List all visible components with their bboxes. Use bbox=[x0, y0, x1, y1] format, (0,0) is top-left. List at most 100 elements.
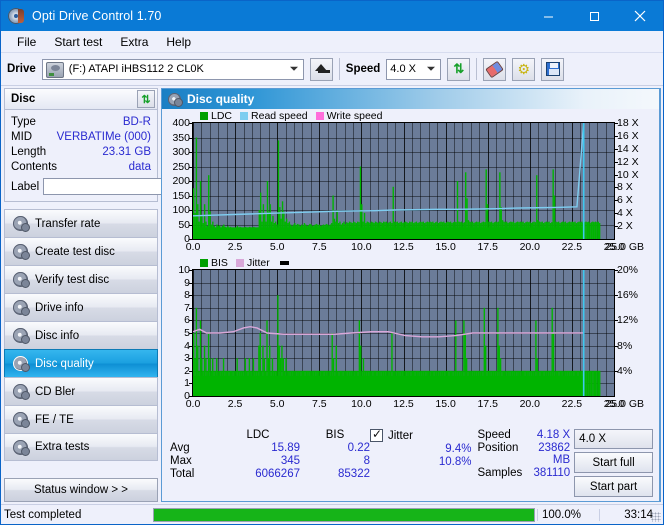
sidebar-item-extra-tests[interactable]: Extra tests bbox=[4, 433, 158, 461]
x-axis-tick-label: 20.0 bbox=[519, 398, 541, 410]
x-axis-tick-label: 0.0 bbox=[185, 398, 201, 410]
eject-button[interactable] bbox=[309, 57, 333, 81]
refresh-icon: ⇅ bbox=[453, 61, 465, 76]
sidebar-item-verify-test-disc[interactable]: Verify test disc bbox=[4, 265, 158, 293]
disc-row-key: Length bbox=[11, 145, 47, 158]
sidebar-item-transfer-rate[interactable]: Transfer rate bbox=[4, 209, 158, 237]
charts-area: LDC Read speed Write speed 0 50 100 150 200 2… bbox=[162, 109, 659, 425]
main-panel: Disc quality LDC Read speed Write speed … bbox=[161, 88, 661, 502]
series-ldc bbox=[193, 137, 601, 239]
disc-icon bbox=[8, 8, 24, 24]
x-axis-tick-label: 0.0 bbox=[185, 241, 201, 253]
stats-row-label: Avg bbox=[170, 442, 190, 454]
stats-avg-bis: 0.22 bbox=[347, 442, 370, 454]
disc-row-length: Length 23.31 GB bbox=[11, 144, 151, 159]
disc-refresh-button[interactable]: ⇅ bbox=[137, 90, 155, 108]
legend-swatch bbox=[240, 111, 249, 120]
stats-row-label: Max bbox=[170, 455, 192, 467]
sidebar-nav: Transfer rate Create test disc Verify te… bbox=[4, 209, 158, 461]
x-axis-tick-label: 7.5 bbox=[311, 398, 327, 410]
sidebar-item-disc-info[interactable]: Disc info bbox=[4, 321, 158, 349]
eraser-icon bbox=[485, 60, 505, 78]
maximize-button[interactable] bbox=[571, 1, 617, 31]
sidebar-item-label: Disc quality bbox=[35, 357, 94, 370]
test-speed-select[interactable]: 4.0 X bbox=[574, 429, 653, 449]
drive-icon bbox=[45, 61, 64, 78]
ldc-chart: LDC Read speed Write speed 0 50 100 150 200 2… bbox=[162, 109, 659, 256]
legend-swatch bbox=[235, 258, 244, 267]
menu-bar: File Start test Extra Help bbox=[1, 31, 663, 53]
drive-select[interactable]: (F:) ATAPI iHBS112 2 CL0K bbox=[41, 58, 304, 80]
x-axis-tick-label: 2.5 bbox=[227, 398, 243, 410]
sidebar-item-fe-te[interactable]: FE / TE bbox=[4, 405, 158, 433]
x-axis-tick-label: 2.5 bbox=[227, 241, 243, 253]
resize-grip[interactable] bbox=[651, 512, 661, 522]
disc-icon bbox=[168, 92, 183, 107]
gridline bbox=[614, 123, 615, 239]
series-bis bbox=[193, 295, 601, 396]
x-axis-tick-label: 12.5 bbox=[393, 241, 414, 253]
chart-series bbox=[193, 270, 601, 396]
bis-plot-area: 0 1 2 3 4 5 6 7 8 9 10 4% 8% 12% 16% 20% 0.0 2.5 5.0 7.5 10.… bbox=[178, 264, 644, 410]
sidebar-item-label: Drive info bbox=[35, 301, 84, 314]
sidebar-item-drive-info[interactable]: Drive info bbox=[4, 293, 158, 321]
speed-position-block: Speed 4.18 X Position 23862 MB Samples 3… bbox=[478, 429, 575, 497]
jitter-checkbox-row[interactable]: Jitter bbox=[370, 427, 478, 442]
samples-label: Samples bbox=[477, 467, 523, 479]
legend-marker-icon bbox=[279, 260, 289, 265]
settings-button[interactable]: ⚙ bbox=[512, 57, 536, 81]
sidebar-item-label: FE / TE bbox=[35, 413, 74, 426]
status-bar: Test completed 100.0% 33:14 bbox=[1, 504, 663, 524]
jitter-avg-value: 9.4% bbox=[445, 443, 472, 455]
speed-select[interactable]: 4.0 X bbox=[386, 58, 442, 80]
sidebar-item-disc-quality[interactable]: Disc quality bbox=[4, 349, 158, 377]
menu-item-start-test[interactable]: Start test bbox=[46, 32, 110, 52]
gridline bbox=[614, 270, 615, 396]
menu-item-help[interactable]: Help bbox=[158, 32, 199, 52]
start-part-button[interactable]: Start part bbox=[574, 476, 653, 497]
menu-item-extra[interactable]: Extra bbox=[112, 32, 156, 52]
disc-icon bbox=[13, 244, 30, 260]
x-axis-label: 25.0 GB bbox=[605, 398, 644, 410]
legend-item-jitter: Jitter bbox=[235, 257, 270, 269]
series-jitter bbox=[193, 325, 584, 338]
legend-label: Read speed bbox=[251, 109, 308, 122]
sidebar: Disc ⇅ Type BD-R MID VERBATIMe (000) Len… bbox=[1, 86, 246, 504]
menu-item-file[interactable]: File bbox=[9, 32, 44, 52]
sidebar-item-label: Disc info bbox=[35, 329, 80, 342]
legend-swatch bbox=[200, 258, 208, 267]
sidebar-item-cd-bler[interactable]: CD Bler bbox=[4, 377, 158, 405]
disc-icon bbox=[13, 328, 30, 344]
speed-label: Speed bbox=[345, 63, 381, 75]
ldc-chart-legend: LDC Read speed Write speed bbox=[162, 109, 659, 122]
start-full-button[interactable]: Start full bbox=[574, 452, 653, 473]
bis-jitter-chart: BIS Jitter 0 1 2 3 4 5 6 7 8 9 10 4% 8% 12% 16% 20% 0.0 2… bbox=[162, 256, 659, 413]
chevron-down-icon bbox=[427, 66, 436, 71]
disc-panel-header: Disc ⇅ bbox=[4, 88, 158, 110]
stats-row-label: Total bbox=[170, 468, 195, 480]
test-actions: 4.0 X Start full Start part bbox=[574, 429, 653, 497]
legend-swatch bbox=[315, 111, 324, 120]
speed-result-label: Speed bbox=[477, 429, 511, 441]
legend-label: LDC bbox=[211, 109, 233, 122]
stats-avg-ldc: 15.89 bbox=[271, 442, 300, 454]
sidebar-item-create-test-disc[interactable]: Create test disc bbox=[4, 237, 158, 265]
stats-header-ldc: LDC bbox=[246, 429, 270, 441]
refresh-button[interactable]: ⇅ bbox=[447, 57, 471, 81]
legend-item-read-speed: Read speed bbox=[240, 110, 308, 122]
close-button[interactable] bbox=[617, 1, 663, 31]
series-read-speed bbox=[193, 123, 585, 217]
x-axis-tick-label: 15.0 bbox=[435, 241, 456, 253]
disc-row-value: 23.31 GB bbox=[102, 145, 151, 158]
save-button[interactable] bbox=[541, 57, 565, 81]
toolbar-divider bbox=[338, 58, 340, 80]
erase-button[interactable] bbox=[483, 57, 507, 81]
jitter-checkbox[interactable] bbox=[370, 427, 383, 442]
disc-info-panel: Type BD-R MID VERBATIMe (000) Length 23.… bbox=[4, 110, 246, 202]
x-axis-tick-label: 12.5 bbox=[393, 398, 414, 410]
minimize-button[interactable] bbox=[525, 1, 571, 31]
drive-select-value: (F:) ATAPI iHBS112 2 CL0K bbox=[68, 63, 204, 75]
status-window-button[interactable]: Status window > > bbox=[4, 478, 158, 502]
sidebar-item-label: Extra tests bbox=[35, 441, 90, 453]
disc-label-key: Label bbox=[11, 180, 40, 193]
